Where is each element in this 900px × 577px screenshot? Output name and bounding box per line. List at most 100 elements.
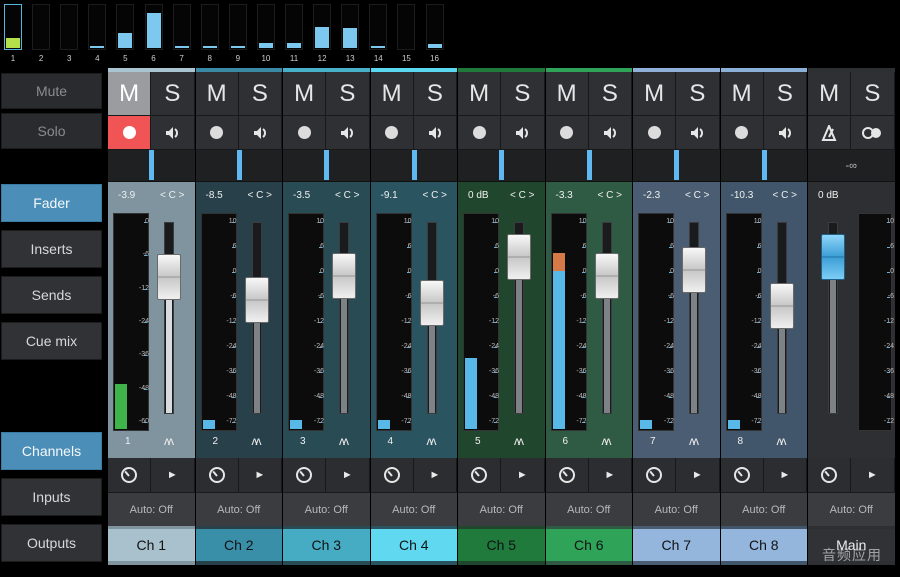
waveform-icon[interactable]: ʌʌ [339, 434, 349, 448]
fader-knob[interactable] [769, 283, 794, 330]
pan-slider[interactable] [370, 150, 457, 182]
fader-view-button[interactable]: Fader [1, 184, 102, 222]
mute-button[interactable]: M [808, 72, 852, 116]
metronome-button[interactable] [808, 116, 852, 150]
fader-knob[interactable] [244, 277, 269, 324]
play-button[interactable]: ► [326, 458, 370, 492]
record-arm-button[interactable] [370, 116, 414, 150]
gain-knob-button[interactable] [196, 458, 239, 492]
monitor-button[interactable] [151, 116, 195, 150]
solo-button[interactable]: S [851, 72, 895, 116]
inputs-tab[interactable]: Inputs [1, 478, 102, 516]
waveform-icon[interactable]: ʌʌ [777, 434, 787, 448]
pan-slider[interactable] [545, 150, 632, 182]
waveform-icon[interactable]: ʌʌ [689, 434, 699, 448]
pan-slider[interactable] [195, 150, 282, 182]
solo-button[interactable]: S [326, 72, 370, 116]
monitor-button[interactable] [676, 116, 720, 150]
gain-knob-button[interactable] [808, 458, 852, 492]
mute-button[interactable]: M [370, 72, 414, 116]
mute-button[interactable]: M [283, 72, 327, 116]
gain-knob-button[interactable] [283, 458, 327, 492]
gain-knob-button[interactable] [721, 458, 764, 492]
gain-knob-button[interactable] [458, 458, 502, 492]
automation-mode-button[interactable]: Auto: Off [808, 492, 895, 526]
solo-button[interactable]: S [238, 72, 282, 116]
monitor-button[interactable] [413, 116, 457, 150]
outputs-tab[interactable]: Outputs [1, 524, 102, 562]
link-button[interactable] [851, 116, 895, 150]
pan-slider[interactable] [720, 150, 807, 182]
channel-name-label[interactable]: Ch 7 [633, 529, 720, 561]
play-button[interactable]: ► [151, 458, 195, 492]
play-button[interactable]: ► [851, 458, 895, 492]
mute-button[interactable]: M [633, 72, 677, 116]
monitor-button[interactable] [588, 116, 632, 150]
mute-button[interactable]: M [545, 72, 589, 116]
waveform-icon[interactable]: ʌʌ [427, 434, 437, 448]
fader-knob[interactable] [682, 246, 706, 293]
solo-button[interactable]: S [413, 72, 457, 116]
sends-view-button[interactable]: Sends [1, 276, 102, 314]
automation-mode-button[interactable]: Auto: Off [370, 492, 457, 526]
record-arm-button[interactable] [545, 116, 589, 150]
solo-all-button[interactable]: Solo [1, 113, 102, 149]
gain-knob-button[interactable] [546, 458, 589, 492]
channel-name-label[interactable]: Ch 6 [545, 529, 632, 561]
mute-button[interactable]: M [458, 72, 502, 116]
fader-knob[interactable] [507, 233, 531, 280]
channel-name-label[interactable]: Ch 2 [195, 529, 282, 561]
automation-mode-button[interactable]: Auto: Off [108, 492, 195, 526]
record-arm-button[interactable] [633, 116, 677, 150]
mute-button[interactable]: M [195, 72, 239, 116]
pan-slider[interactable] [633, 150, 720, 182]
fader-knob[interactable] [332, 252, 356, 299]
play-button[interactable]: ► [414, 458, 457, 492]
record-arm-button[interactable] [195, 116, 239, 150]
mute-button[interactable]: M [108, 72, 152, 116]
pan-slider[interactable]: -∞ [808, 150, 895, 182]
fader-knob[interactable] [821, 233, 845, 280]
inserts-view-button[interactable]: Inserts [1, 230, 102, 268]
gain-knob-button[interactable] [108, 458, 152, 492]
play-button[interactable]: ► [676, 458, 720, 492]
record-arm-button[interactable] [720, 116, 764, 150]
pan-slider[interactable] [283, 150, 370, 182]
monitor-button[interactable] [238, 116, 282, 150]
channel-name-label[interactable]: Ch 4 [370, 529, 457, 561]
automation-mode-button[interactable]: Auto: Off [195, 492, 282, 526]
play-button[interactable]: ► [501, 458, 545, 492]
cue-mix-view-button[interactable]: Cue mix [1, 322, 102, 360]
play-button[interactable]: ► [239, 458, 282, 492]
automation-mode-button[interactable]: Auto: Off [545, 492, 632, 526]
waveform-icon[interactable]: ʌʌ [252, 434, 262, 448]
monitor-button[interactable] [763, 116, 807, 150]
channel-name-label[interactable]: Ch 1 [108, 529, 195, 561]
solo-button[interactable]: S [501, 72, 545, 116]
fader-track[interactable] [601, 222, 612, 414]
fader-knob[interactable] [157, 254, 181, 301]
solo-button[interactable]: S [588, 72, 632, 116]
waveform-icon[interactable]: ʌʌ [602, 434, 612, 448]
fader-knob[interactable] [419, 280, 444, 327]
record-arm-button[interactable] [283, 116, 327, 150]
gain-knob-button[interactable] [633, 458, 677, 492]
mute-all-button[interactable]: Mute [1, 73, 102, 109]
overview-meter-bank[interactable]: 1 2 3 4 5 6 7 8 9 10 11 12 13 14 15 16 [0, 0, 450, 68]
solo-button[interactable]: S [763, 72, 807, 116]
solo-button[interactable]: S [151, 72, 195, 116]
pan-slider[interactable] [108, 150, 195, 182]
play-button[interactable]: ► [589, 458, 632, 492]
automation-mode-button[interactable]: Auto: Off [458, 492, 545, 526]
waveform-icon[interactable]: ʌʌ [164, 434, 174, 448]
record-arm-button[interactable] [108, 116, 152, 150]
fader-track[interactable] [339, 222, 349, 414]
automation-mode-button[interactable]: Auto: Off [283, 492, 370, 526]
automation-mode-button[interactable]: Auto: Off [633, 492, 720, 526]
waveform-icon[interactable]: ʌʌ [514, 434, 524, 448]
channel-name-label[interactable]: Ch 8 [720, 529, 807, 561]
record-arm-button[interactable] [458, 116, 502, 150]
mute-button[interactable]: M [720, 72, 764, 116]
monitor-button[interactable] [501, 116, 545, 150]
pan-slider[interactable] [458, 150, 545, 182]
